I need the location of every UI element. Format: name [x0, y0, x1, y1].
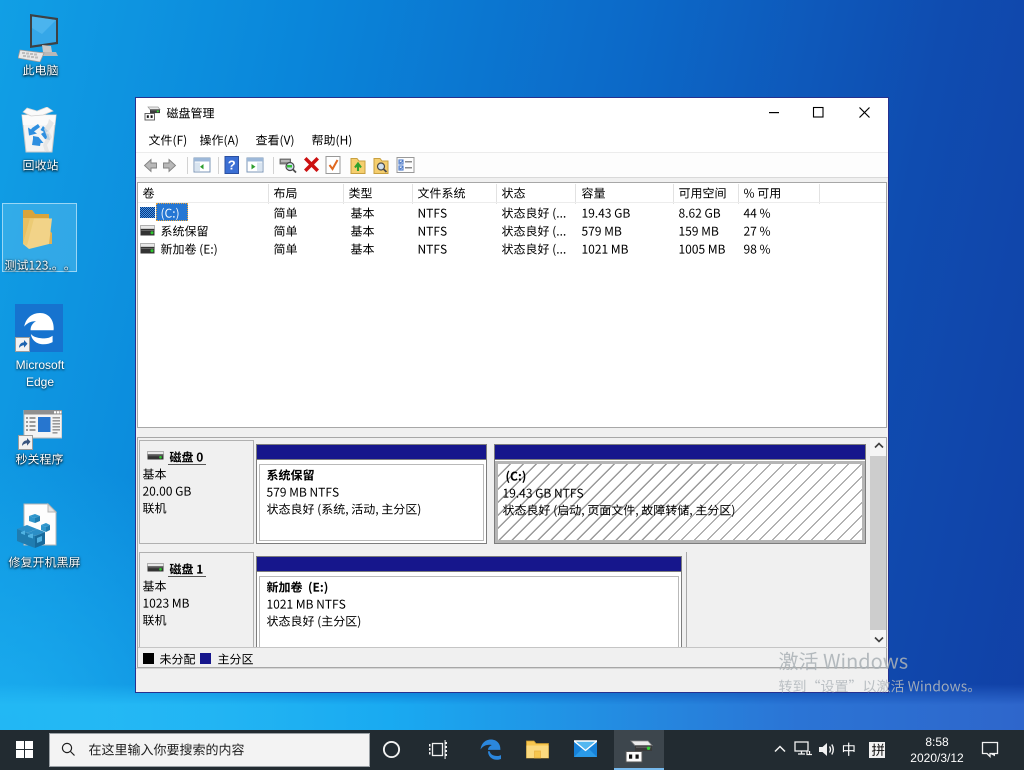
svg-text:?: ? [228, 158, 236, 173]
